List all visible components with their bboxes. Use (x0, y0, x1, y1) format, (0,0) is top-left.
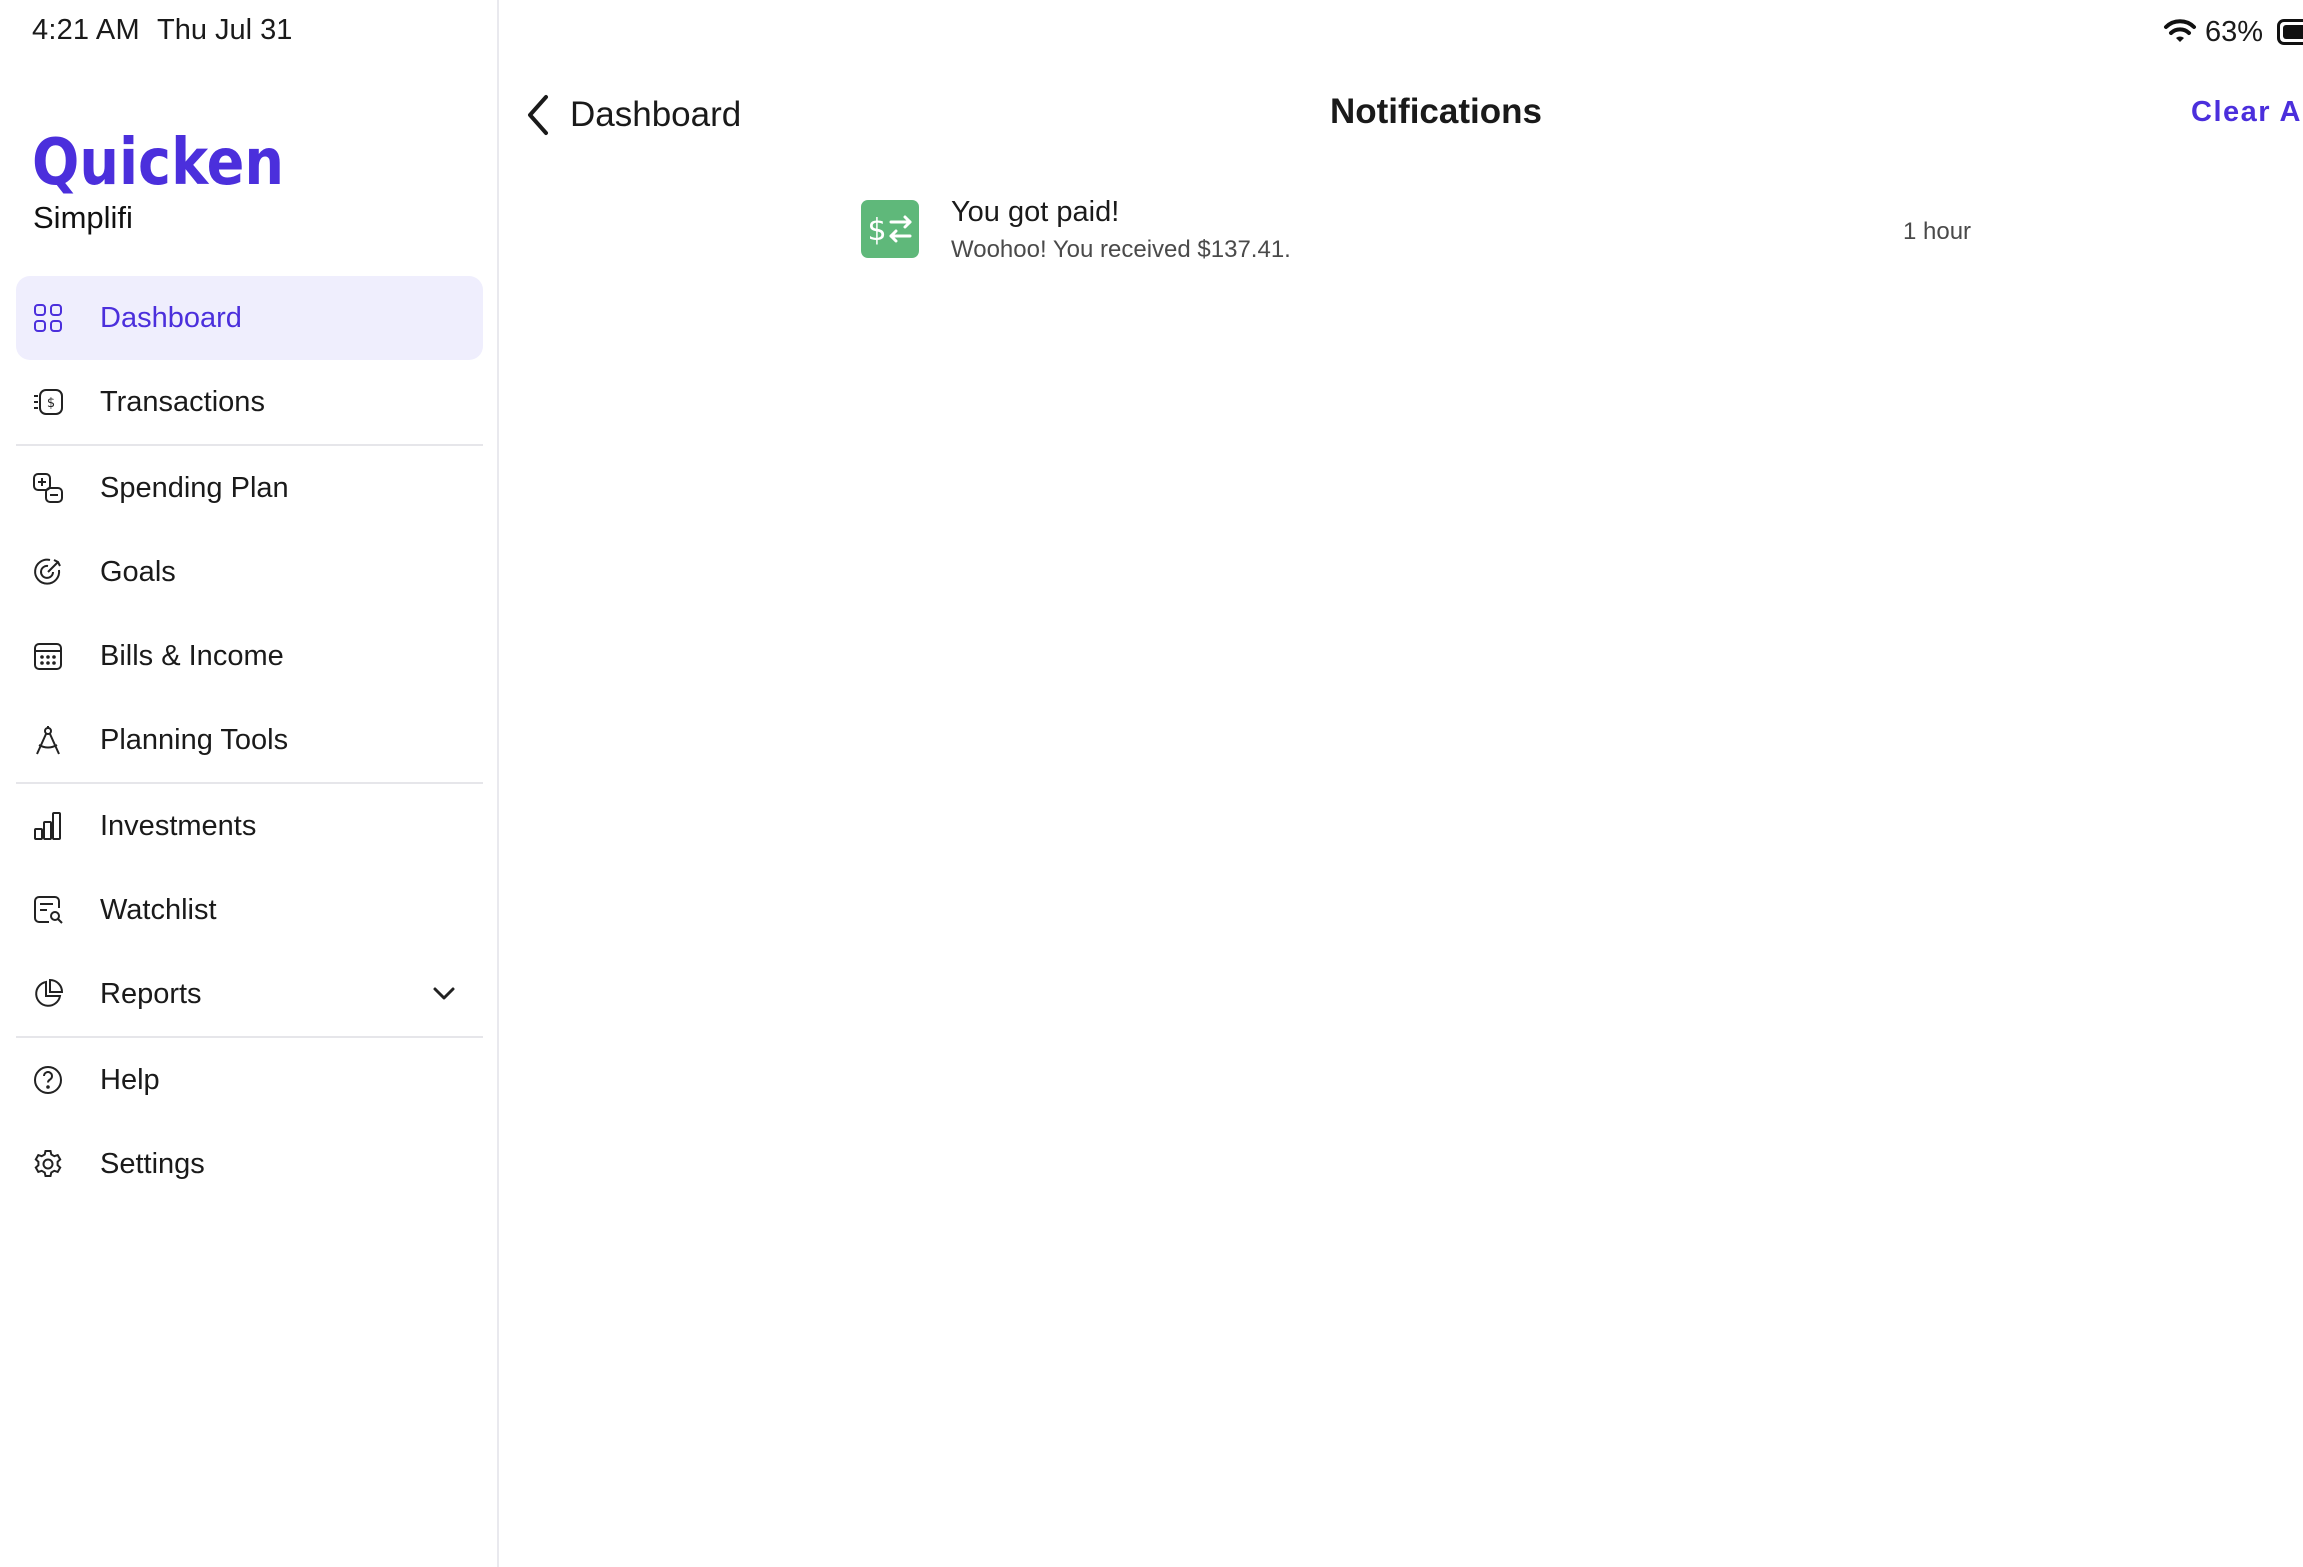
back-label: Dashboard (570, 95, 742, 134)
sidebar-item-label: Reports (100, 977, 202, 1010)
grid-icon (34, 304, 62, 332)
sidebar-item-settings[interactable]: Settings (16, 1122, 483, 1206)
sidebar-item-label: Dashboard (100, 301, 242, 334)
sidebar-item-label: Transactions (100, 385, 265, 418)
sidebar-item-label: Help (100, 1063, 160, 1096)
chevron-left-icon (528, 95, 548, 135)
clear-all-button[interactable]: Clear All (2191, 96, 2303, 129)
app-window: 4:21 AM Thu Jul 31 63% Quicken Simplifi (0, 0, 2303, 1567)
quicken-logo: Quicken (32, 128, 284, 194)
help-icon (34, 1066, 62, 1094)
target-icon (34, 558, 61, 585)
sidebar-item-label: Spending Plan (100, 471, 289, 504)
sidebar-item-reports[interactable]: Reports (16, 952, 483, 1036)
notification-item[interactable]: $ You got paid! Woohoo! You received $13… (861, 196, 1981, 268)
brand-subtitle: Simplifi (33, 200, 133, 235)
sidebar-item-planning-tools[interactable]: Planning Tools (16, 698, 483, 782)
watchlist-icon (34, 896, 63, 924)
sidebar-item-label: Settings (100, 1147, 205, 1180)
gear-icon (34, 1150, 62, 1177)
notification-body: Woohoo! You received $137.41. (951, 236, 1291, 263)
sidebar-item-label: Investments (100, 809, 257, 842)
sidebar-item-label: Watchlist (100, 893, 217, 926)
sidebar-nav: Dashboard $ Transactions Spending Plan G… (16, 276, 483, 1206)
svg-text:Quicken: Quicken (32, 128, 284, 194)
back-button[interactable]: Dashboard (524, 92, 741, 138)
sidebar-item-spending-plan[interactable]: Spending Plan (16, 446, 483, 530)
page-title: Notifications (1330, 92, 1542, 131)
sidebar-item-transactions[interactable]: $ Transactions (16, 360, 483, 444)
chevron-down-icon[interactable] (431, 982, 457, 1004)
notification-time: 1 hour (1903, 218, 1972, 245)
sidebar-item-label: Bills & Income (100, 639, 284, 672)
sidebar-item-bills-income[interactable]: Bills & Income (16, 614, 483, 698)
sidebar-item-investments[interactable]: Investments (16, 784, 483, 868)
sidebar-item-watchlist[interactable]: Watchlist (16, 868, 483, 952)
notification-title: You got paid! (951, 196, 1120, 228)
sidebar-item-label: Planning Tools (100, 723, 289, 756)
plan-icon (33, 473, 63, 503)
svg-text:$: $ (47, 396, 55, 411)
sidebar-item-goals[interactable]: Goals (16, 530, 483, 614)
money-transfer-icon: $ (861, 200, 919, 258)
sidebar: Quicken Simplifi Dashboard $ Transaction… (0, 0, 499, 1567)
sidebar-item-dashboard[interactable]: Dashboard (16, 276, 483, 360)
sidebar-item-help[interactable]: Help (16, 1038, 483, 1122)
sidebar-item-label: Goals (100, 555, 176, 588)
compass-icon (36, 726, 60, 755)
pie-chart-icon (35, 978, 64, 1007)
brand: Quicken Simplifi (32, 128, 286, 235)
bar-chart-icon (34, 812, 61, 840)
calendar-icon (34, 643, 62, 670)
svg-text:$: $ (867, 213, 886, 248)
money-icon: $ (34, 389, 63, 415)
main-content: Dashboard Notifications Clear All $ You … (501, 0, 2303, 1567)
